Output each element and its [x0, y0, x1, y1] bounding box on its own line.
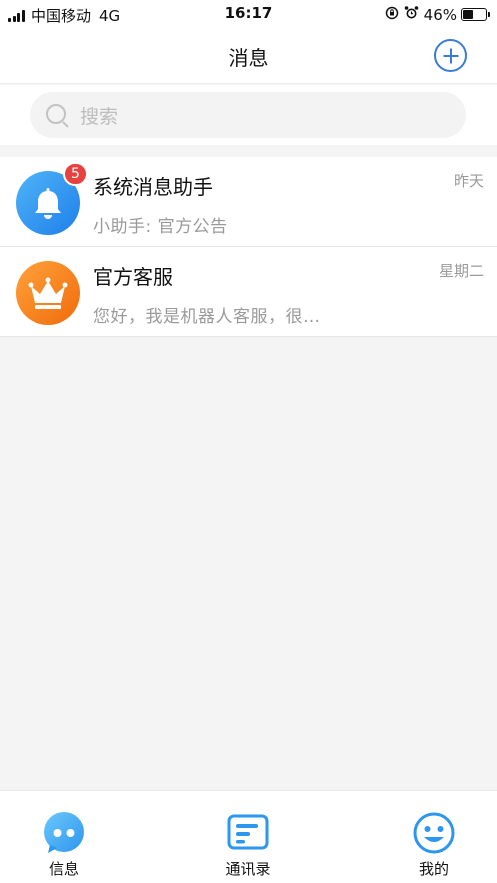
search-icon: [46, 104, 69, 128]
crown-icon: [28, 277, 68, 309]
rotation-lock-icon: [385, 6, 399, 24]
status-right: 46%: [385, 5, 490, 24]
alarm-clock-icon: [404, 5, 419, 24]
unread-badge: 5: [63, 162, 88, 186]
conversation-item-system-assistant[interactable]: 5 系统消息助手 小助手: 官方公告 昨天: [0, 157, 497, 247]
contacts-card-icon: [226, 811, 270, 855]
nav-bar: 消息: [0, 28, 497, 84]
search-input[interactable]: 搜索: [30, 92, 466, 138]
conversation-preview: 小助手: 官方公告: [93, 217, 228, 237]
conversation-list: 5 系统消息助手 小助手: 官方公告 昨天 官方客服 您好，我是机器人客服，很……: [0, 157, 497, 337]
conversation-item-official-support[interactable]: 官方客服 您好，我是机器人客服，很… 星期二: [0, 247, 497, 337]
chat-bubble-icon: [42, 811, 86, 855]
conversation-name: 系统消息助手: [93, 175, 213, 199]
tab-label: 信息: [48, 860, 79, 878]
battery-icon: [461, 8, 490, 21]
smiley-face-icon: [412, 811, 456, 855]
conversation-preview: 您好，我是机器人客服，很…: [93, 307, 321, 327]
conversation-time: 星期二: [438, 262, 484, 280]
conversation-name: 官方客服: [93, 265, 173, 289]
tab-label: 通讯录: [225, 860, 271, 878]
tab-contacts[interactable]: 通讯录: [203, 811, 293, 879]
battery-percentage: 46%: [423, 5, 457, 24]
page-title: 消息: [228, 46, 269, 70]
add-button[interactable]: [434, 39, 467, 72]
search-area: 搜索: [0, 85, 497, 145]
status-bar: 中国移动 4G 16:17 46%: [0, 0, 497, 28]
tab-label: 我的: [418, 860, 449, 878]
tab-me[interactable]: 我的: [389, 811, 479, 879]
search-placeholder: 搜索: [80, 105, 119, 128]
tab-bar: 信息 通讯录 我的: [0, 790, 497, 883]
conversation-time: 昨天: [453, 172, 484, 190]
battery-level-fill: [463, 10, 473, 19]
tab-messages[interactable]: 信息: [19, 811, 109, 879]
avatar: [16, 261, 80, 325]
